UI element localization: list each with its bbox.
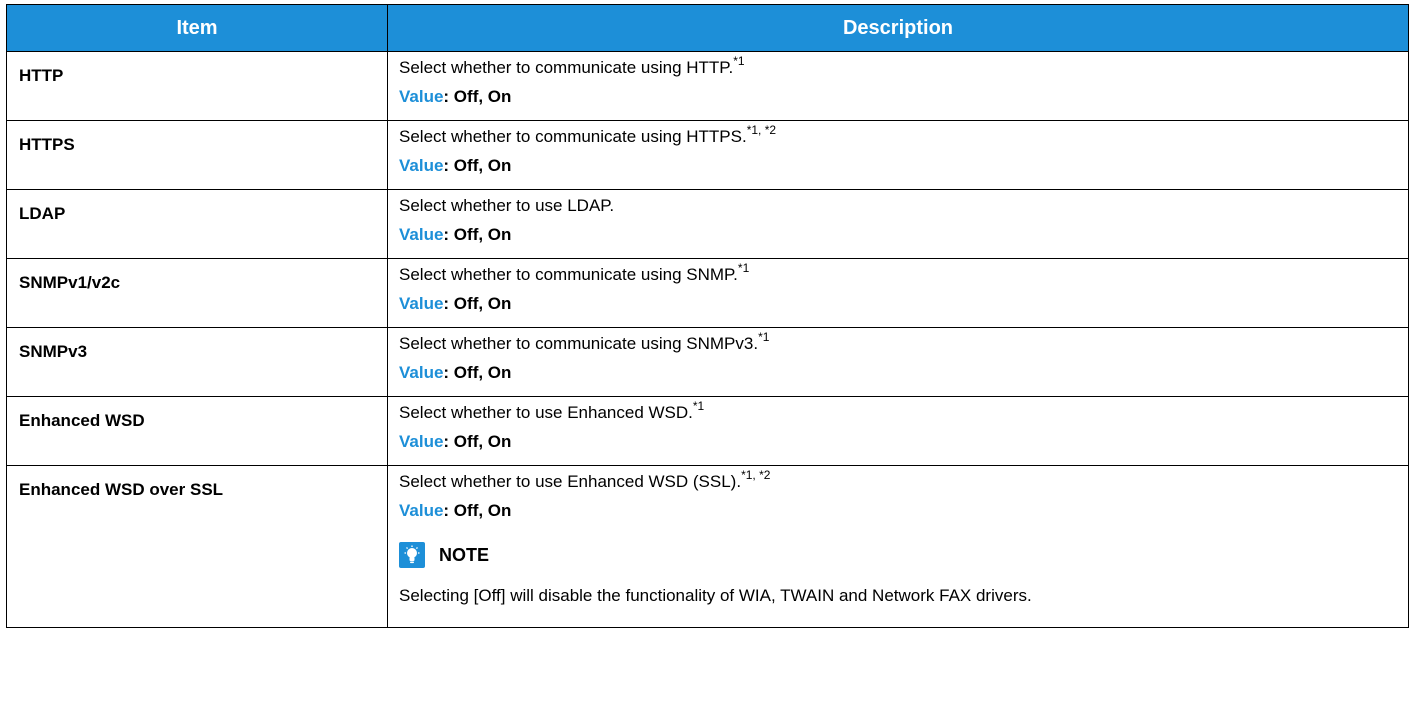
value-options: : Off, On <box>443 156 512 175</box>
value-label: Value <box>399 156 444 175</box>
note-text: Selecting [Off] will disable the functio… <box>399 586 1032 605</box>
value-label: Value <box>399 225 444 244</box>
description-cell: Select whether to communicate using SNMP… <box>387 327 1409 397</box>
table-row: LDAP Select whether to use LDAP. Value: … <box>6 189 1409 259</box>
item-cell: HTTPS <box>6 120 388 190</box>
description-text: Select whether to use LDAP. <box>399 196 615 215</box>
description-text: Select whether to use Enhanced WSD. <box>399 403 693 422</box>
value-options: : Off, On <box>443 87 512 106</box>
footnote-ref: *1 <box>758 330 770 344</box>
item-cell: SNMPv1/v2c <box>6 258 388 328</box>
description-cell: Select whether to use Enhanced WSD.*1 Va… <box>387 396 1409 466</box>
header-description: Description <box>387 4 1409 52</box>
value-options: : Off, On <box>443 432 512 451</box>
table-row: Enhanced WSD Select whether to use Enhan… <box>6 396 1409 466</box>
value-options: : Off, On <box>443 363 512 382</box>
note-title: NOTE <box>439 544 490 565</box>
description-text: Select whether to communicate using SNMP… <box>399 265 738 284</box>
value-label: Value <box>399 87 444 106</box>
table-row: HTTP Select whether to communicate using… <box>6 51 1409 121</box>
table-row: HTTPS Select whether to communicate usin… <box>6 120 1409 190</box>
description-text: Select whether to communicate using HTTP… <box>399 58 734 77</box>
item-cell: Enhanced WSD over SSL <box>6 465 388 628</box>
table-row: SNMPv1/v2c Select whether to communicate… <box>6 258 1409 328</box>
value-label: Value <box>399 501 444 520</box>
item-cell: LDAP <box>6 189 388 259</box>
footnote-ref: *1 <box>733 54 745 68</box>
description-cell: Select whether to communicate using HTTP… <box>387 51 1409 121</box>
note-lightbulb-icon <box>399 542 425 568</box>
value-label: Value <box>399 294 444 313</box>
table-row: Enhanced WSD over SSL Select whether to … <box>6 465 1409 628</box>
footnote-ref: *1, *2 <box>746 123 777 137</box>
footnote-ref: *1 <box>692 399 705 413</box>
description-text: Select whether to communicate using HTTP… <box>399 127 747 146</box>
value-options: : Off, On <box>443 294 512 313</box>
description-text: Select whether to communicate using SNMP… <box>399 334 759 353</box>
settings-table: Item Description HTTP Select whether to … <box>6 4 1409 628</box>
note-heading: NOTE <box>399 534 1408 576</box>
description-text: Select whether to use Enhanced WSD (SSL)… <box>399 472 742 491</box>
table-row: SNMPv3 Select whether to communicate usi… <box>6 327 1409 397</box>
description-cell: Select whether to communicate using SNMP… <box>387 258 1409 328</box>
description-cell: Select whether to use Enhanced WSD (SSL)… <box>387 465 1409 628</box>
footnote-ref: *1, *2 <box>741 468 771 482</box>
item-cell: Enhanced WSD <box>6 396 388 466</box>
description-cell: Select whether to use LDAP. Value: Off, … <box>387 189 1409 259</box>
footnote-ref: *1 <box>737 261 750 275</box>
value-label: Value <box>399 363 444 382</box>
item-cell: HTTP <box>6 51 388 121</box>
description-cell: Select whether to communicate using HTTP… <box>387 120 1409 190</box>
item-cell: SNMPv3 <box>6 327 388 397</box>
table-header-row: Item Description <box>6 4 1409 52</box>
value-options: : Off, On <box>443 225 512 244</box>
header-item: Item <box>6 4 388 52</box>
value-options: : Off, On <box>443 501 512 520</box>
value-label: Value <box>399 432 444 451</box>
